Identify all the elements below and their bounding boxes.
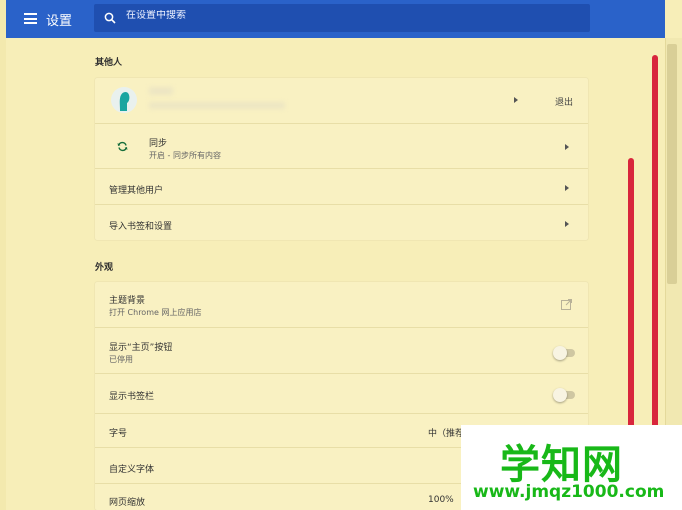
chevron-right-icon[interactable] xyxy=(565,185,569,191)
page-title: 设置 xyxy=(46,14,73,29)
custom-fonts-label: 自定义字体 xyxy=(109,465,155,475)
chevron-right-icon[interactable] xyxy=(565,144,569,150)
home-button-row[interactable]: 显示“主页”按钮 已停用 xyxy=(95,327,588,373)
sync-row[interactable]: 同步 开启 - 同步所有内容 xyxy=(95,123,588,168)
bookmarks-bar-toggle[interactable] xyxy=(553,388,575,402)
page-zoom-label: 网页缩放 xyxy=(109,498,146,508)
external-link-icon[interactable] xyxy=(561,299,572,310)
settings-toolbar: 设置 xyxy=(6,0,665,38)
signout-button[interactable]: 退出 xyxy=(555,95,573,108)
appearance-section-title: 外观 xyxy=(95,263,114,273)
sync-label: 同步 xyxy=(149,139,168,149)
sync-status: 开启 - 同步所有内容 xyxy=(149,151,221,160)
scrollbar-thumb[interactable] xyxy=(667,44,677,284)
window-edge xyxy=(0,0,6,510)
bookmarks-bar-row[interactable]: 显示书签栏 xyxy=(95,373,588,413)
search-input[interactable] xyxy=(126,10,566,21)
theme-sublabel: 打开 Chrome 网上应用店 xyxy=(109,308,202,317)
theme-label: 主题背景 xyxy=(109,296,146,306)
avatar-icon xyxy=(111,87,137,113)
profile-name-redacted xyxy=(149,87,173,95)
search-icon xyxy=(104,12,116,24)
menu-icon[interactable] xyxy=(24,13,37,24)
people-section-title: 其他人 xyxy=(95,58,123,68)
chevron-right-icon[interactable] xyxy=(514,97,518,103)
theme-row[interactable]: 主题背景 打开 Chrome 网上应用店 xyxy=(95,282,588,327)
profile-email-redacted xyxy=(149,102,285,109)
manage-people-row[interactable]: 管理其他用户 xyxy=(95,168,588,204)
watermark-url: www.jmqz1000.com xyxy=(473,482,665,502)
chevron-right-icon[interactable] xyxy=(565,221,569,227)
bookmarks-bar-label: 显示书签栏 xyxy=(109,392,155,402)
people-card: 退出 同步 开启 - 同步所有内容 管理其他用户 导入书签和设置 xyxy=(95,78,588,240)
home-button-label: 显示“主页”按钮 xyxy=(109,343,173,353)
manage-people-label: 管理其他用户 xyxy=(109,186,164,196)
search-box[interactable] xyxy=(94,4,590,32)
page-zoom-select[interactable]: 100% xyxy=(428,495,454,505)
home-button-status: 已停用 xyxy=(109,355,133,364)
profile-row[interactable]: 退出 xyxy=(95,78,588,123)
home-button-toggle[interactable] xyxy=(553,346,575,360)
sync-icon xyxy=(117,141,128,152)
font-size-label: 字号 xyxy=(109,429,128,439)
import-row[interactable]: 导入书签和设置 xyxy=(95,204,588,240)
import-label: 导入书签和设置 xyxy=(109,222,173,232)
